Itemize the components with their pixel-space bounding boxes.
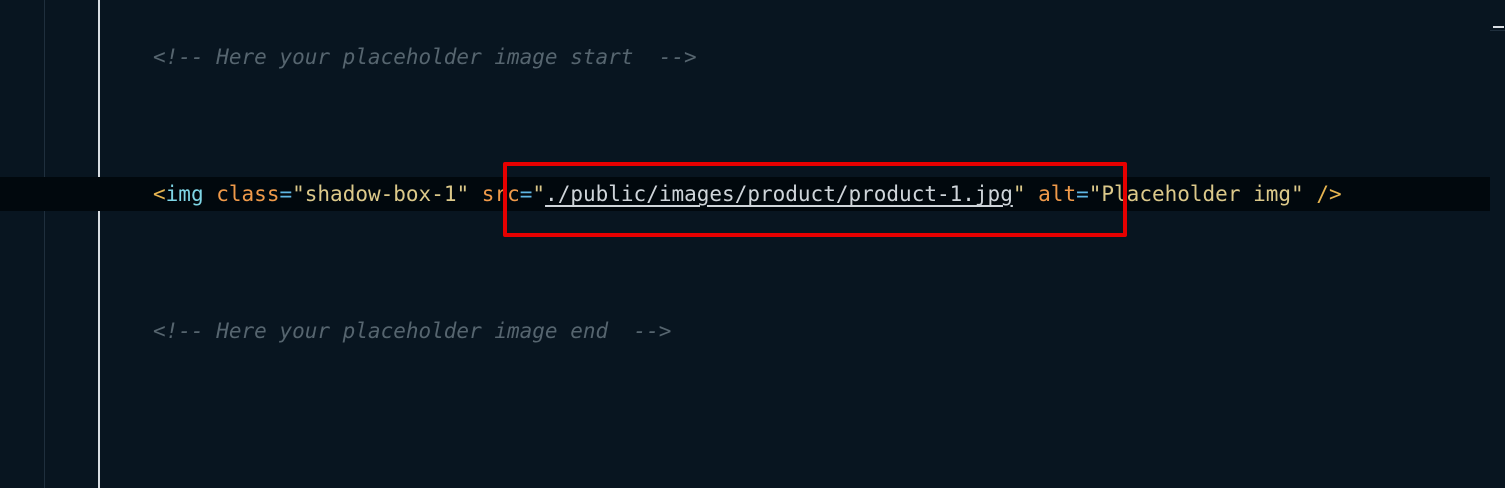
scroll-position-indicator	[1493, 26, 1504, 28]
comment-start-line[interactable]: <!-- Here your placeholder image start -…	[153, 42, 697, 72]
vertical-scrollbar[interactable]	[1491, 0, 1505, 488]
scroll-tick-mark	[1490, 30, 1505, 41]
comment-end-line[interactable]: <!-- Here your placeholder image end -->	[153, 316, 671, 346]
indent-guide-outer	[44, 0, 45, 488]
code-editor[interactable]: <!-- Here your placeholder image start -…	[0, 0, 1505, 488]
indent-guide-inner	[98, 0, 100, 488]
annotation-highlight-box	[503, 162, 1127, 237]
tag-open-bracket: <	[153, 182, 166, 206]
tag-self-close: />	[1316, 182, 1342, 206]
tag-name: img	[165, 182, 204, 206]
class-value: "shadow-box-1"	[292, 182, 470, 206]
class-attribute: class	[216, 182, 280, 206]
class-equals: =	[279, 182, 293, 206]
